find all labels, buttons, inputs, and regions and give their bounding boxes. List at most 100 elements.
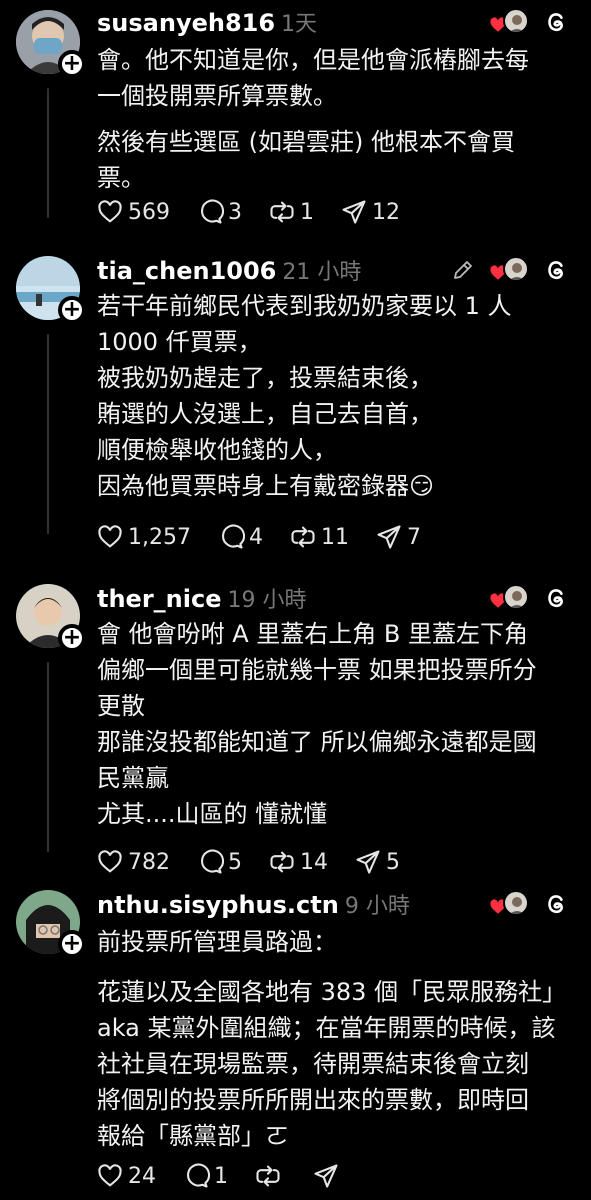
post-line: 社社員在現場監票，待開票結束後會立刻 (97, 1050, 529, 1078)
post-line: 花蓮以及全國各地有 383 個「民眾服務社」 (97, 978, 567, 1006)
share-icon (356, 850, 380, 874)
thread-line (47, 662, 49, 852)
repost-icon (291, 526, 315, 548)
reply-button[interactable]: 1 (182, 1162, 228, 1190)
liked-by-author-badge (489, 8, 529, 36)
heart-icon (98, 525, 122, 548)
post-line: 民黨贏 (97, 764, 169, 792)
post-line: 因為他買票時身上有戴密錄器😏 (97, 472, 435, 500)
share-button[interactable] (312, 1162, 344, 1190)
reply-button[interactable]: 3 (196, 198, 242, 226)
share-icon (314, 1164, 338, 1188)
post: + tia_chen1006 21 小時 若干年前鄉民代表到我奶奶家要以 1 人 … (0, 250, 591, 570)
post-line: 被我奶奶趕走了，投票結束後， (97, 364, 433, 392)
username[interactable]: tia_chen1006 (97, 257, 276, 285)
share-count: 5 (386, 849, 400, 875)
follow-plus-button[interactable]: + (58, 624, 86, 652)
like-button[interactable]: 1,257 (96, 523, 191, 551)
like-count: 24 (128, 1163, 156, 1189)
thread-line (47, 334, 49, 534)
follow-plus-button[interactable]: + (58, 930, 86, 958)
heart-icon (98, 200, 122, 223)
reply-button[interactable]: 4 (217, 523, 263, 551)
post-line: aka 某黨外圍組織；在當年開票的時候，該 (97, 1014, 556, 1042)
reply-count: 4 (248, 524, 263, 550)
post: + susanyeh816 1天 會。他不知道是你，但是他會派樁腳去每 一個投開票… (0, 0, 591, 240)
follow-plus-button[interactable]: + (58, 50, 86, 78)
threads-logo-icon[interactable] (543, 9, 569, 35)
comment-icon (201, 849, 224, 874)
username[interactable]: susanyeh816 (97, 9, 275, 37)
repost-icon (270, 201, 294, 223)
reply-button[interactable]: 5 (196, 848, 242, 876)
post-line: 1000 仟買票， (97, 328, 262, 356)
repost-icon (256, 1165, 280, 1187)
post-body: 會。他不知道是你，但是他會派樁腳去每 一個投開票所算票數。 然後有些選區 (如碧… (97, 42, 567, 196)
post-time: 21 小時 (282, 260, 362, 285)
post-time: 19 小時 (227, 588, 307, 613)
post: + nthu.sisyphus.ctn 9 小時 前投票所管理員路過： 花蓮以及全… (0, 886, 591, 1200)
repost-button[interactable] (254, 1162, 286, 1190)
share-count: 12 (372, 199, 400, 225)
share-button[interactable]: 12 (340, 198, 400, 226)
edit-icon[interactable] (451, 258, 475, 282)
post-line: 若干年前鄉民代表到我奶奶家要以 1 人 (97, 292, 512, 320)
post: + ther_nice 19 小時 會 他會吩咐 A 里蓋右上角 B 里蓋左下角 … (0, 580, 591, 880)
repost-icon (270, 851, 294, 873)
reply-count: 3 (228, 199, 242, 225)
follow-plus-button[interactable]: + (58, 296, 86, 324)
post-line: 將個別的投票所所開出來的票數，即時回 (97, 1086, 529, 1114)
post-time: 1天 (281, 12, 318, 37)
like-button[interactable]: 24 (96, 1162, 156, 1190)
comment-icon (187, 1163, 210, 1188)
share-icon (377, 525, 401, 549)
post-line (97, 960, 567, 974)
post-line: 更散 (97, 692, 145, 720)
repost-count: 14 (300, 849, 328, 875)
like-button[interactable]: 782 (96, 848, 170, 876)
post-body: 若干年前鄉民代表到我奶奶家要以 1 人 1000 仟買票， 被我奶奶趕走了，投票… (97, 288, 567, 504)
heart-icon (98, 850, 122, 873)
like-count: 569 (128, 199, 170, 225)
repost-count: 1 (300, 199, 314, 225)
post-line: 報給「縣黨部」ㄛ (97, 1122, 289, 1150)
threads-logo-icon[interactable] (543, 257, 569, 283)
username[interactable]: nthu.sisyphus.ctn (97, 891, 339, 919)
threads-logo-icon[interactable] (543, 585, 569, 611)
share-icon (342, 200, 366, 224)
liked-by-author-badge (489, 890, 529, 918)
username[interactable]: ther_nice (97, 585, 222, 613)
post-line: 一個投開票所算票數。 (97, 82, 337, 110)
post-line: 然後有些選區 (如碧雲莊) 他根本不會買 (97, 128, 515, 156)
post-line: 會。他不知道是你，但是他會派樁腳去每 (97, 46, 529, 74)
repost-button[interactable]: 11 (289, 523, 349, 551)
post-line: 尤其....山區的 懂就懂 (97, 800, 328, 828)
post-line: 順便檢舉收他錢的人， (97, 436, 337, 464)
liked-by-author-badge (489, 584, 529, 612)
post-time: 9 小時 (344, 894, 410, 919)
post-line: 前投票所管理員路過： (97, 928, 337, 956)
repost-button[interactable]: 1 (268, 198, 314, 226)
thread-line (47, 88, 49, 218)
reply-count: 1 (214, 1163, 228, 1189)
share-button[interactable]: 7 (375, 523, 421, 551)
repost-count: 11 (320, 524, 349, 550)
post-line: 票。 (97, 164, 145, 192)
like-count: 782 (128, 849, 170, 875)
post-line: 偏鄉一個里可能就幾十票 如果把投票所分 (97, 656, 537, 684)
repost-button[interactable]: 14 (268, 848, 328, 876)
post-line: 會 他會吩咐 A 里蓋右上角 B 里蓋左下角 (97, 620, 529, 648)
like-button[interactable]: 569 (96, 198, 170, 226)
liked-by-author-badge (489, 256, 529, 284)
share-button[interactable]: 5 (354, 848, 400, 876)
post-body: 前投票所管理員路過： 花蓮以及全國各地有 383 個「民眾服務社」 aka 某黨… (97, 924, 567, 1154)
reply-count: 5 (228, 849, 242, 875)
heart-icon (98, 1164, 122, 1187)
post-body: 會 他會吩咐 A 里蓋右上角 B 里蓋左下角 偏鄉一個里可能就幾十票 如果把投票… (97, 616, 567, 832)
post-line: 賄選的人沒選上，自己去自首， (97, 400, 433, 428)
share-count: 7 (406, 524, 421, 550)
comment-icon (221, 524, 245, 549)
comment-icon (201, 199, 224, 224)
threads-logo-icon[interactable] (543, 891, 569, 917)
like-count: 1,257 (128, 524, 191, 550)
